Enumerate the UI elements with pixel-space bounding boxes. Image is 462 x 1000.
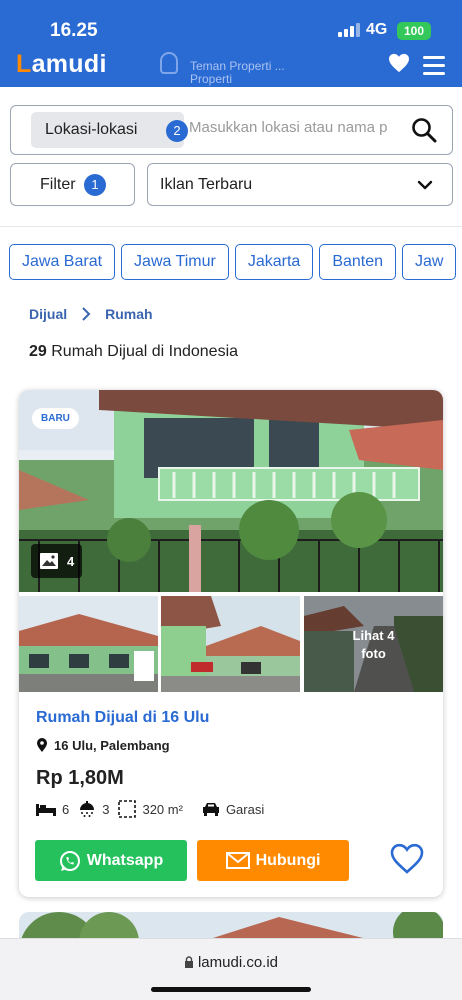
lock-icon [184, 956, 193, 968]
signal-icon [338, 23, 360, 37]
listing-card[interactable]: BARU 4 Lihat 4 foto Rumah Dijual di 16 U… [19, 390, 443, 897]
region-chip[interactable]: Jakarta [234, 244, 314, 280]
divider [0, 226, 462, 227]
whatsapp-button[interactable]: Whatsapp [35, 840, 187, 881]
listing-features: 6 3 320 m² Garasi [36, 800, 266, 818]
feature-bathrooms: 3 [78, 801, 109, 817]
home-indicator [151, 987, 311, 992]
thumbnail-photo[interactable] [19, 596, 158, 692]
thumbnail-photo[interactable] [161, 596, 300, 692]
region-chip[interactable]: Jaw [402, 244, 457, 280]
mail-icon [225, 852, 250, 869]
url-text: lamudi.co.id [0, 954, 462, 971]
lamudi-logo[interactable]: Lamudi [16, 50, 107, 79]
listing-title[interactable]: Rumah Dijual di 16 Ulu [36, 709, 209, 727]
browser-url-bar[interactable]: lamudi.co.id [0, 938, 462, 1000]
whatsapp-icon [59, 850, 80, 871]
chevron-down-icon [417, 180, 433, 190]
location-pin-icon [37, 738, 47, 752]
location-chip[interactable]: Lokasi-lokasi 2 [31, 112, 188, 148]
filter-count-badge: 1 [84, 174, 106, 196]
feature-area: 320 m² [118, 800, 183, 818]
location-count-badge: 2 [166, 120, 188, 142]
search-icon[interactable] [411, 117, 437, 143]
region-chips: Jawa Barat Jawa Timur Jakarta Banten Jaw [9, 244, 457, 280]
tagline: Teman Properti ... Properti [190, 59, 285, 86]
listing-price: Rp 1,80M [36, 767, 124, 789]
shower-icon [80, 801, 95, 817]
listing-location: 16 Ulu, Palembang [36, 738, 170, 753]
breadcrumb: Dijual Rumah [29, 306, 153, 322]
bed-icon [36, 804, 56, 816]
sort-dropdown[interactable]: Iklan Terbaru [147, 163, 453, 206]
search-bar: Lokasi-lokasi 2 [10, 105, 453, 155]
chevron-right-icon [82, 307, 91, 321]
award-icon [160, 52, 178, 74]
search-input[interactable] [189, 119, 411, 136]
status-time: 16.25 [50, 20, 98, 41]
app-header: 16.25 4G 100 Lamudi Teman Properti ... P… [0, 0, 462, 87]
result-count: 29 Rumah Dijual di Indonesia [29, 343, 239, 360]
region-chip[interactable]: Jawa Barat [9, 244, 116, 280]
image-icon [40, 553, 58, 569]
network-type: 4G [366, 21, 388, 38]
battery-icon: 100 [397, 22, 431, 40]
region-chip[interactable]: Jawa Timur [121, 244, 229, 280]
heart-icon[interactable] [388, 53, 410, 73]
house-photo [19, 390, 443, 592]
feature-garage: Garasi [202, 802, 264, 817]
car-icon [202, 803, 219, 816]
feature-bedrooms: 6 [36, 802, 69, 817]
breadcrumb-dijual[interactable]: Dijual [29, 306, 67, 322]
photo-count-badge: 4 [31, 544, 83, 578]
contact-button[interactable]: Hubungi [197, 840, 349, 881]
new-badge: BARU [32, 408, 79, 429]
menu-icon[interactable] [423, 56, 445, 75]
area-icon [118, 800, 137, 818]
favorite-heart-icon[interactable] [390, 843, 424, 875]
filter-button[interactable]: Filter 1 [10, 163, 135, 206]
thumbnail-strip: Lihat 4 foto [19, 596, 443, 692]
region-chip[interactable]: Banten [319, 244, 397, 280]
listing-main-photo[interactable]: BARU 4 [19, 390, 443, 592]
thumbnail-more-photos[interactable]: Lihat 4 foto [304, 596, 443, 692]
breadcrumb-rumah[interactable]: Rumah [105, 306, 152, 322]
